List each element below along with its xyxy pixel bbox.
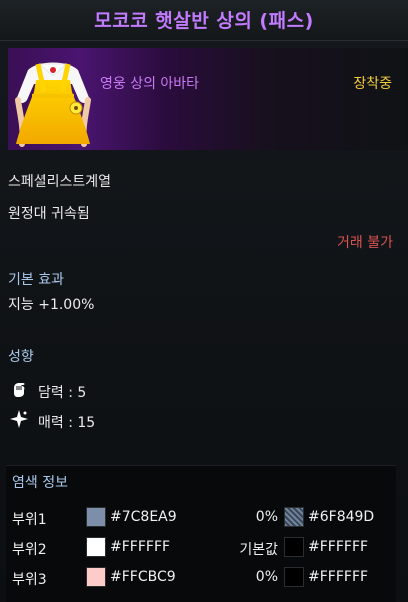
dye-part-2-hex-2: #FFFFFF (308, 539, 369, 555)
dye-part-3-swatch (86, 567, 106, 587)
dye-part-2-hex: #FFFFFF (110, 539, 171, 555)
dye-info-header: 염색 정보 (12, 475, 68, 491)
sparkle-icon (10, 410, 28, 428)
item-grade-type: 영웅 상의 아바타 (100, 76, 200, 92)
dye-part-3-hex-2: #FFFFFF (308, 569, 369, 585)
dye-part-1-hex: #7C8EA9 (110, 509, 177, 525)
tendency-header: 성향 (8, 349, 34, 365)
dye-part-2-pattern-swatch (284, 537, 304, 557)
dye-part-3-label: 부위3 (12, 572, 47, 588)
dye-part-2-pattern-strength: 기본값 (239, 542, 278, 558)
dye-part-2-label: 부위2 (12, 542, 47, 558)
dye-part-3-pattern-strength: 0% (255, 569, 278, 585)
dye-part-3-pattern-swatch (284, 567, 304, 587)
dye-part-1-swatch (86, 507, 106, 527)
tendency-courage: 담력 : 5 (38, 385, 87, 401)
dye-part-2-swatch (86, 537, 106, 557)
item-avatar-icon (10, 52, 96, 148)
dye-part-1-pattern-swatch (284, 507, 304, 527)
base-effect-stat: 지능 +1.00% (8, 297, 95, 313)
fist-icon (10, 380, 28, 398)
class-requirement: 스페셜리스트계열 (8, 174, 112, 190)
dye-part-1-label: 부위1 (12, 512, 47, 528)
bind-status: 원정대 귀속됨 (8, 206, 90, 222)
dye-part-1-pattern-strength: 0% (255, 509, 278, 525)
dye-part-1-hex-2: #6F849D (308, 509, 375, 525)
equipped-status: 장착중 (353, 76, 392, 92)
trade-status: 거래 불가 (337, 235, 393, 251)
tendency-charm: 매력 : 15 (38, 415, 96, 431)
base-effect-header: 기본 효과 (8, 272, 64, 288)
item-title: 모코코 햇살반 상의 (패스) (94, 10, 314, 32)
dye-part-3-hex: #FFCBC9 (110, 569, 176, 585)
